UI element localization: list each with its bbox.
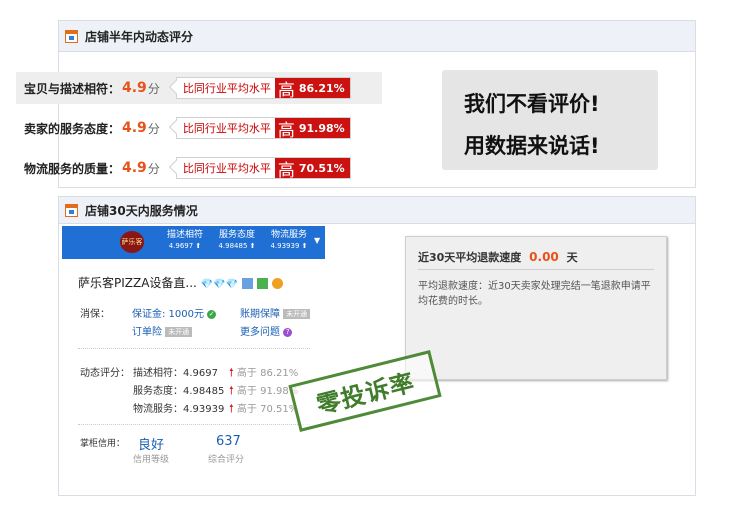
industry-compare-badge: 比同行业平均水平 高 70.51% — [175, 157, 351, 181]
level-text: 高 — [277, 80, 295, 101]
order-insurance-text: 订单险 — [132, 327, 162, 338]
divider — [418, 269, 654, 270]
refund-speed-title-row: 近30天平均退款速度 0.00 天 — [418, 249, 578, 265]
compare-text: 比同行业平均水平 — [182, 82, 271, 95]
shop-tab-label: 描述相符 — [166, 230, 203, 240]
shop-tab-value: 4.98485 ⬆ — [218, 242, 256, 250]
thirty-day-service-title: 店铺30天内服务情况 — [85, 203, 198, 218]
rating-row-logistics: 物流服务的质量： 4.9 分 比同行业平均水平 高 70.51% — [16, 152, 382, 184]
rating-line-text: 描述相符：4.9697 — [133, 368, 218, 379]
overall-score-label: 综合评分 — [208, 455, 245, 465]
dynamic-rating-label: 动态评分： — [80, 368, 130, 379]
shop-name-text: 萨乐客PIZZA设备直... — [78, 276, 197, 290]
refund-speed-box: 近30天平均退款速度 0.00 天 平均退款速度：近30天卖家处理完结一笔退款申… — [405, 236, 667, 380]
calendar-icon — [65, 29, 78, 43]
rating-line-service: 服务态度：4.98485 — [133, 382, 224, 397]
calendar-icon — [65, 203, 78, 217]
rating-line-description: 描述相符：4.9697 — [133, 364, 218, 379]
rating-compare-text: 高于 86.21% — [236, 368, 299, 379]
refund-speed-description: 平均退款速度：近30天卖家处理完结一笔退款申请平均花费的时长。 — [418, 281, 651, 307]
rating-score: 4.9 — [122, 160, 147, 176]
higher-tag: 高 91.98% — [274, 118, 350, 141]
shop-tab-logistics[interactable]: 物流服务 4.93939 ⬆ — [264, 230, 314, 252]
rating-label: 卖家的服务态度： — [24, 121, 121, 136]
rating-score: 4.9 — [122, 80, 147, 96]
arrow-up-icon: 🠕 — [229, 384, 234, 397]
credit-level-label: 信用等级 — [133, 455, 170, 465]
rating-line-logistics: 物流服务：4.93939 — [133, 400, 224, 415]
shop-tab-description[interactable]: 描述相符 4.9697 ⬆ — [160, 230, 210, 252]
arrow-up-icon: 🠕 — [229, 402, 234, 415]
crown-icon — [271, 278, 283, 289]
rating-unit: 分 — [147, 81, 160, 96]
divider — [78, 348, 310, 349]
shop-logo[interactable]: 萨乐客 — [120, 231, 144, 253]
id-card-icon — [241, 278, 253, 289]
rating-row-description: 宝贝与描述相符： 4.9 分 比同行业平均水平 高 86.21% — [16, 72, 382, 104]
rating-row-service: 卖家的服务态度： 4.9 分 比同行业平均水平 高 91.98% — [16, 112, 382, 144]
slogan-line-1: 我们不看评价! — [464, 92, 600, 116]
help-icon: ? — [283, 327, 293, 337]
industry-compare-badge: 比同行业平均水平 高 86.21% — [175, 77, 351, 101]
deposit-link[interactable]: 保证金: 1000元 ✓ — [132, 305, 217, 320]
deposit-text: 保证金: 1000元 — [132, 309, 204, 320]
overall-score-value[interactable]: 637 — [216, 434, 241, 449]
shop-tab-label: 物流服务 — [270, 230, 307, 240]
arrow-up-icon: 🠕 — [229, 366, 234, 379]
account-period-text: 账期保障 — [240, 309, 280, 320]
slogan-box: 我们不看评价! 用数据来说话! — [442, 70, 658, 170]
compare-text: 比同行业平均水平 — [182, 122, 271, 135]
not-enabled-badge: 未开通 — [283, 309, 311, 319]
refund-speed-value: 0.00 — [529, 250, 559, 264]
higher-tag: 高 86.21% — [274, 78, 350, 101]
slogan-line-2: 用数据来说话! — [464, 134, 600, 158]
divider — [78, 424, 310, 425]
account-period-link[interactable]: 账期保障 未开通 — [240, 305, 311, 320]
check-icon: ✓ — [207, 309, 217, 319]
refund-speed-title: 近30天平均退款速度 — [418, 251, 522, 264]
rating-compare-description: 🠕 高于 86.21% — [229, 364, 298, 383]
rating-line-text: 服务态度：4.98485 — [133, 386, 225, 397]
shop-tab-service[interactable]: 服务态度 4.98485 ⬆ — [210, 230, 264, 252]
more-questions-link[interactable]: 更多问题 ? — [240, 323, 293, 338]
rating-unit: 分 — [147, 121, 160, 136]
rating-label: 宝贝与描述相符： — [24, 81, 121, 96]
shop-name[interactable]: 萨乐客PIZZA设备直... 💎💎💎 — [78, 274, 283, 291]
rating-compare-text: 高于 70.51% — [236, 404, 299, 415]
shop-logo-text: 萨乐客 — [121, 238, 143, 246]
chevron-down-icon[interactable]: ▼ — [314, 236, 320, 245]
diamond-level-icon: 💎💎💎 — [200, 279, 239, 290]
rating-line-text: 物流服务：4.93939 — [133, 404, 225, 415]
higher-tag: 高 70.51% — [274, 158, 350, 181]
rating-score: 4.9 — [122, 120, 147, 136]
order-insurance-link[interactable]: 订单险 未开通 — [132, 323, 193, 338]
verified-icon — [256, 278, 268, 289]
percent-text: 70.51% — [298, 161, 345, 175]
rating-label: 物流服务的质量： — [24, 161, 121, 176]
compare-text: 比同行业平均水平 — [182, 162, 271, 175]
credit-value[interactable]: 良好 — [138, 434, 164, 453]
guarantee-label: 消保： — [80, 309, 110, 320]
shop-tab-value: 4.9697 ⬆ — [168, 242, 202, 250]
more-questions-text: 更多问题 — [240, 327, 280, 338]
half-year-rating-header: 店铺半年内动态评分 — [59, 21, 695, 52]
not-enabled-badge: 未开通 — [165, 327, 193, 337]
credit-label: 掌柜信用： — [80, 439, 126, 449]
level-text: 高 — [277, 120, 295, 141]
level-text: 高 — [277, 160, 295, 181]
percent-text: 91.98% — [298, 121, 345, 135]
rating-compare-logistics: 🠕 高于 70.51% — [229, 400, 298, 419]
industry-compare-badge: 比同行业平均水平 高 91.98% — [175, 117, 351, 141]
shop-tab-label: 服务态度 — [218, 230, 255, 240]
rating-unit: 分 — [147, 161, 160, 176]
shop-tab-value: 4.93939 ⬆ — [270, 242, 308, 250]
half-year-rating-title: 店铺半年内动态评分 — [85, 29, 194, 44]
refund-speed-unit: 天 — [566, 251, 578, 264]
percent-text: 86.21% — [298, 81, 345, 95]
thirty-day-service-header: 店铺30天内服务情况 — [59, 197, 695, 224]
